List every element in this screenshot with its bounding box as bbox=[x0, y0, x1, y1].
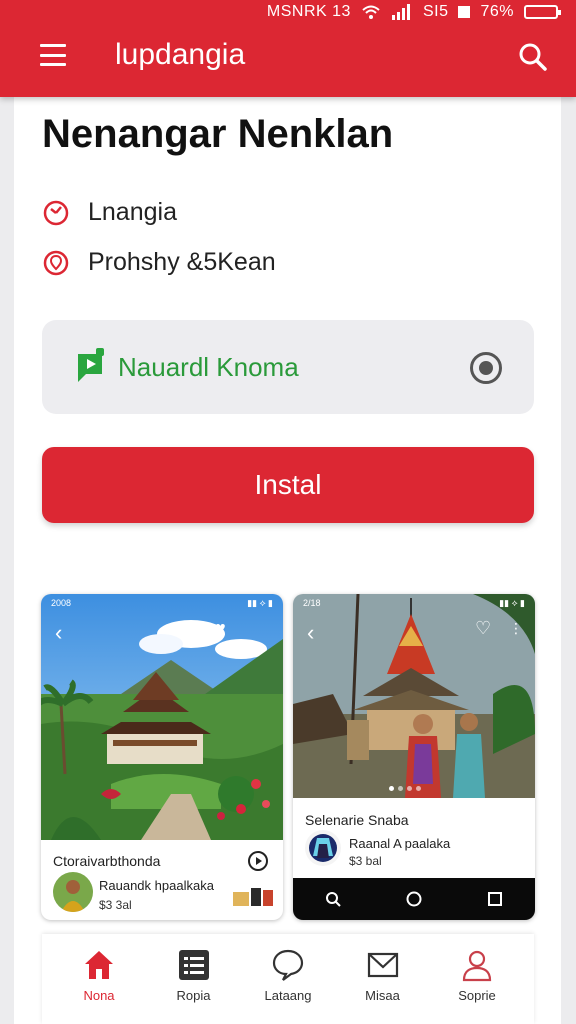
more-icon[interactable]: ⋮ bbox=[509, 620, 523, 637]
list-icon bbox=[178, 950, 209, 980]
screenshot-sub-name: Rauandk hpaalkaka bbox=[99, 878, 214, 893]
system-nav-bar bbox=[293, 878, 535, 920]
location-icon bbox=[43, 250, 69, 275]
avatar bbox=[53, 872, 93, 912]
screenshot-card-2[interactable]: 2/18 ▮▮ ⟡ ▮ ‹ ♡ ⋮ Selenarie Snaba Raanal… bbox=[293, 594, 535, 920]
mini-status-time: 2/18 bbox=[303, 598, 321, 608]
info-row-location: Prohshy &5Kean bbox=[42, 248, 276, 277]
battery-icon bbox=[524, 5, 561, 19]
pager-dots bbox=[389, 786, 421, 791]
nav-item-mail[interactable]: Misaa bbox=[348, 934, 418, 1024]
chat-bubble-icon bbox=[272, 949, 304, 981]
page-title: Nenangar Nenklan bbox=[42, 112, 394, 156]
signal-icon bbox=[391, 4, 410, 20]
temple-garden-image bbox=[41, 594, 283, 840]
app-select-card[interactable]: Nauardl Knoma bbox=[42, 320, 534, 414]
mini-status-bar: 2/18 ▮▮ ⟡ ▮ bbox=[293, 598, 535, 609]
nav-label-mail: Misaa bbox=[365, 988, 400, 1003]
nav-item-home[interactable]: Nona bbox=[64, 934, 134, 1024]
nav-label-list: Ropia bbox=[176, 988, 211, 1003]
app-logo-icon bbox=[78, 348, 104, 382]
home-icon bbox=[85, 951, 113, 979]
search-icon[interactable] bbox=[325, 891, 342, 907]
screenshot-sub-price: $3 bal bbox=[349, 854, 382, 868]
status-sim: SI5 bbox=[422, 3, 449, 20]
info-time-text: Lnangia bbox=[88, 198, 177, 226]
radio-selected-icon[interactable] bbox=[470, 352, 502, 384]
user-icon bbox=[462, 950, 492, 982]
nav-label-home: Nona bbox=[83, 988, 115, 1003]
info-row-time: Lnangia bbox=[42, 198, 177, 227]
info-location-text: Prohshy &5Kean bbox=[88, 248, 276, 276]
clock-icon bbox=[43, 200, 69, 225]
screenshot-caption: Ctoraivarbthonda bbox=[53, 853, 161, 869]
status-bar: MSNRK 13 SI5 76% bbox=[266, 0, 561, 24]
home-circle-icon[interactable] bbox=[406, 891, 422, 907]
screenshot-caption: Selenarie Snaba bbox=[305, 812, 409, 828]
mail-icon bbox=[367, 952, 398, 978]
notification-icon bbox=[458, 6, 471, 18]
mini-status-icons: ▮▮ ⟡ ▮ bbox=[247, 598, 273, 608]
hamburger-menu-icon[interactable] bbox=[40, 44, 66, 66]
back-arrow-icon[interactable]: ‹ bbox=[307, 620, 314, 646]
app-title: lupdangia bbox=[115, 38, 246, 71]
mini-status-bar: 2008 ▮▮ ⟡ ▮ bbox=[41, 598, 283, 609]
app-name: Nauardl Knoma bbox=[118, 352, 299, 382]
mini-status-icons: ▮▮ ⟡ ▮ bbox=[499, 598, 525, 608]
temple-people-image bbox=[293, 594, 535, 798]
recents-square-icon[interactable] bbox=[487, 891, 503, 907]
mini-status-time: 2008 bbox=[51, 598, 72, 608]
product-thumbnail-icon bbox=[233, 888, 273, 906]
nav-label-profile: Soprie bbox=[458, 988, 496, 1003]
status-carrier: MSNRK 13 bbox=[266, 3, 351, 20]
nav-label-chat: Lataang bbox=[264, 988, 312, 1003]
battery-percent: 76% bbox=[480, 3, 514, 20]
heart-icon[interactable]: ♡ bbox=[475, 618, 491, 639]
app-bar: MSNRK 13 SI5 76% lupdangia bbox=[0, 0, 576, 97]
bottom-nav: Nona Ropia Lataang Misaa Soprie bbox=[42, 934, 534, 1024]
screenshot-sub-name: Raanal A paalaka bbox=[349, 836, 451, 851]
screenshot-sub-price: $3 3al bbox=[99, 898, 132, 912]
nav-item-chat[interactable]: Lataang bbox=[253, 934, 323, 1024]
install-button[interactable]: Instal bbox=[42, 447, 534, 523]
nav-item-profile[interactable]: Soprie bbox=[442, 934, 512, 1024]
nav-item-list[interactable]: Ropia bbox=[159, 934, 229, 1024]
search-icon[interactable] bbox=[518, 42, 548, 72]
play-bubble-icon[interactable] bbox=[247, 850, 269, 872]
screenshot-card-1[interactable]: 2008 ▮▮ ⟡ ▮ ‹ ♥ Ctoraivarbthonda Rauandk… bbox=[41, 594, 283, 920]
back-arrow-icon[interactable]: ‹ bbox=[55, 620, 62, 646]
avatar bbox=[305, 830, 341, 866]
wifi-icon bbox=[362, 5, 380, 19]
heart-icon[interactable]: ♥ bbox=[215, 618, 226, 639]
